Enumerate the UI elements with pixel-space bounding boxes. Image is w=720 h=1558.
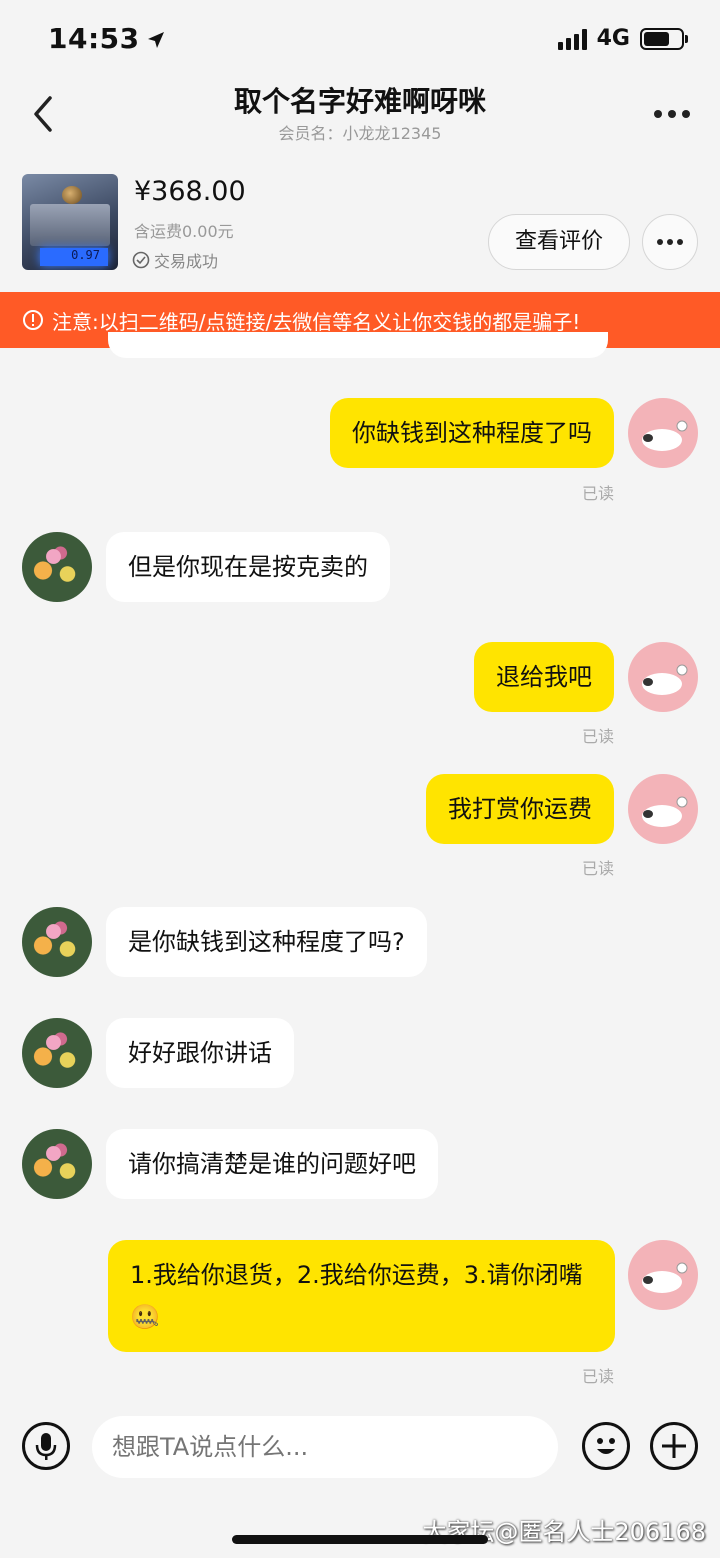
message-bubble-received[interactable]: 请你搞清楚是谁的问题好吧 bbox=[106, 1129, 438, 1199]
message-bubble-received[interactable]: 好好跟你讲话 bbox=[106, 1018, 294, 1088]
member-name: 会员名：小龙龙12345 bbox=[278, 124, 442, 143]
battery-icon bbox=[640, 27, 688, 50]
chat-header: 取个名字好难啊呀咪 会员名：小龙龙12345 bbox=[0, 80, 720, 150]
pig-avatar-icon bbox=[642, 1262, 688, 1293]
read-receipt: 已读 bbox=[582, 859, 615, 878]
pig-avatar-icon bbox=[642, 420, 688, 451]
message-bubble-sent[interactable]: 我打赏你运费 bbox=[426, 774, 614, 844]
more-options-button[interactable] bbox=[654, 102, 694, 126]
avatar[interactable] bbox=[628, 774, 698, 844]
pig-avatar-icon bbox=[642, 796, 688, 827]
trade-status: 交易成功 bbox=[132, 248, 218, 272]
read-receipt: 已读 bbox=[582, 727, 615, 746]
avatar[interactable] bbox=[628, 642, 698, 712]
product-image[interactable]: 0.97 bbox=[22, 174, 118, 270]
view-review-button[interactable]: 查看评价 bbox=[488, 214, 630, 270]
message-bubble-sent[interactable]: 退给我吧 bbox=[474, 642, 614, 712]
avatar[interactable] bbox=[628, 398, 698, 468]
voice-input-button[interactable] bbox=[22, 1422, 70, 1470]
read-receipt: 已读 bbox=[582, 484, 615, 503]
product-more-button[interactable] bbox=[642, 214, 698, 270]
avatar[interactable] bbox=[22, 532, 92, 602]
network-type: 4G bbox=[596, 26, 630, 51]
product-card[interactable]: 0.97 ¥368.00 含运费0.00元 交易成功 查看评价 bbox=[0, 160, 720, 290]
input-bar bbox=[0, 1400, 720, 1500]
location-arrow-icon bbox=[146, 24, 166, 57]
product-price: ¥368.00 bbox=[134, 176, 246, 207]
partial-message-bubble bbox=[108, 332, 608, 358]
read-receipt: 已读 bbox=[582, 1367, 615, 1386]
trade-status-label: 交易成功 bbox=[154, 252, 219, 271]
shipping-fee: 含运费0.00元 bbox=[134, 222, 234, 241]
message-bubble-received[interactable]: 是你缺钱到这种程度了吗? bbox=[106, 907, 427, 977]
avatar[interactable] bbox=[22, 1018, 92, 1088]
status-time: 14:53 bbox=[48, 22, 140, 55]
warning-icon bbox=[23, 310, 43, 330]
plus-icon bbox=[662, 1434, 686, 1458]
avatar[interactable] bbox=[22, 1129, 92, 1199]
chat-title: 取个名字好难啊呀咪 bbox=[233, 85, 486, 118]
warning-text: 注意:以扫二维码/点链接/去微信等名义让你交钱的都是骗子! bbox=[52, 309, 581, 334]
message-input[interactable] bbox=[92, 1416, 558, 1478]
microphone-icon bbox=[35, 1433, 57, 1460]
avatar[interactable] bbox=[22, 907, 92, 977]
avatar[interactable] bbox=[628, 1240, 698, 1310]
more-actions-button[interactable] bbox=[650, 1422, 698, 1470]
pig-avatar-icon bbox=[642, 664, 688, 695]
check-circle-icon bbox=[132, 251, 150, 269]
cellular-signal-icon bbox=[557, 28, 587, 50]
scale-display: 0.97 bbox=[40, 248, 108, 266]
home-indicator bbox=[232, 1535, 488, 1544]
message-bubble-sent[interactable]: 你缺钱到这种程度了吗 bbox=[330, 398, 614, 468]
status-bar: 14:53 4G bbox=[0, 0, 720, 80]
message-bubble-received[interactable]: 但是你现在是按克卖的 bbox=[106, 532, 390, 602]
emoji-button[interactable] bbox=[582, 1422, 630, 1470]
smiley-icon bbox=[597, 1438, 615, 1454]
message-bubble-sent[interactable]: 1.我给你退货，2.我给你运费，3.请你闭嘴🤐 bbox=[108, 1240, 615, 1352]
